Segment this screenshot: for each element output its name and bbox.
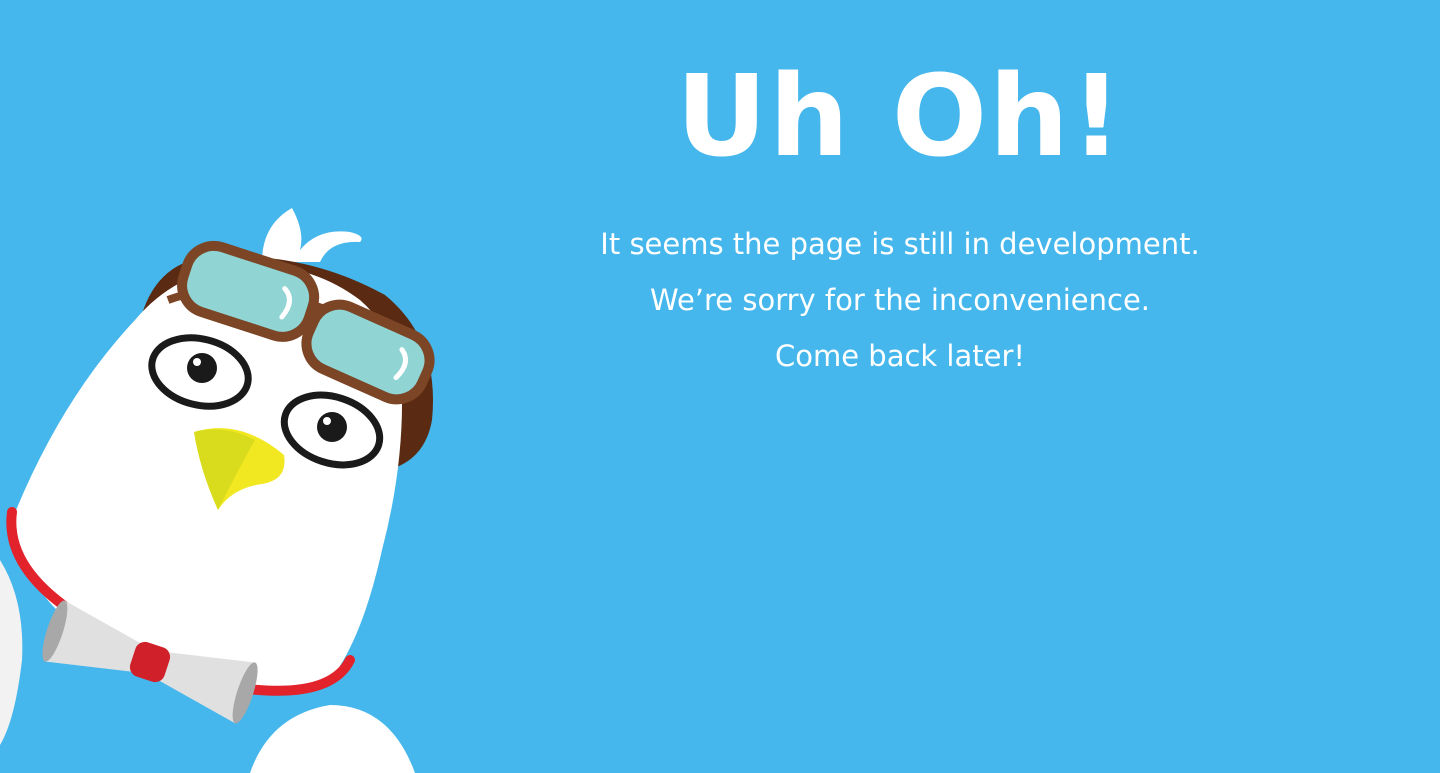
mascot-body <box>250 705 415 773</box>
status-message: It seems the page is still in developmen… <box>500 216 1300 384</box>
message-line-3: Come back later! <box>774 339 1026 373</box>
bird-mascot-icon <box>0 208 435 773</box>
error-page: Uh Oh! It seems the page is still in dev… <box>0 0 1440 773</box>
message-line-1: It seems the page is still in developmen… <box>600 227 1200 261</box>
mascot-wing <box>0 560 23 745</box>
mascot-tuft <box>262 208 362 262</box>
page-title: Uh Oh! <box>676 52 1124 182</box>
message-line-2: We’re sorry for the inconvenience. <box>649 283 1151 317</box>
